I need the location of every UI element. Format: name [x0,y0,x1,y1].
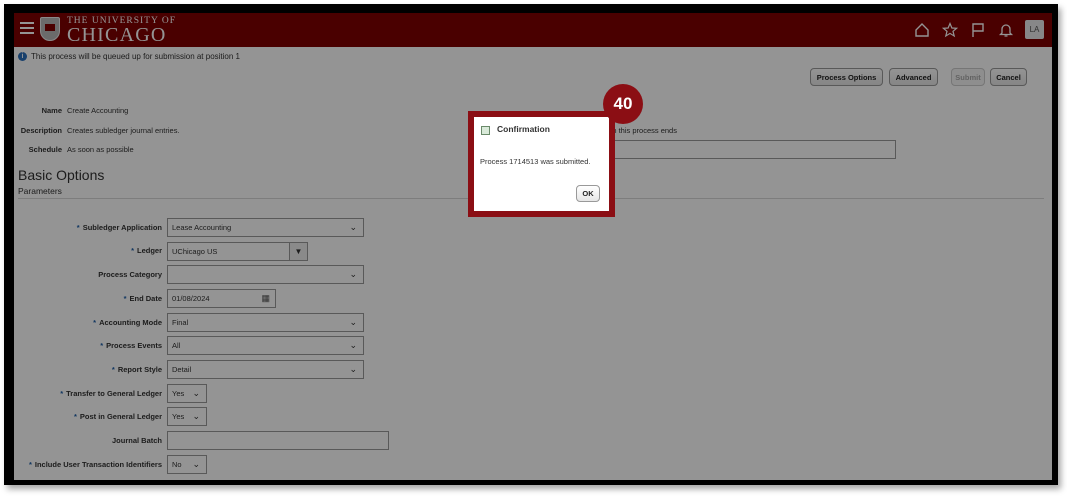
dialog-highlight: Confirmation Process 1714513 was submitt… [468,111,615,217]
step-number-badge: 40 [603,84,643,124]
dialog-title: Confirmation [497,124,550,134]
confirmation-dialog: Confirmation Process 1714513 was submitt… [474,117,609,211]
modal-overlay [14,13,1052,480]
screenshot-frame: THE UNIVERSITY OF CHICAGO LA i This proc… [4,4,1058,485]
dialog-message: Process 1714513 was submitted. [480,157,591,166]
ok-button[interactable]: OK [576,185,600,202]
app-window: THE UNIVERSITY OF CHICAGO LA i This proc… [14,13,1052,480]
confirmation-icon [481,126,490,135]
